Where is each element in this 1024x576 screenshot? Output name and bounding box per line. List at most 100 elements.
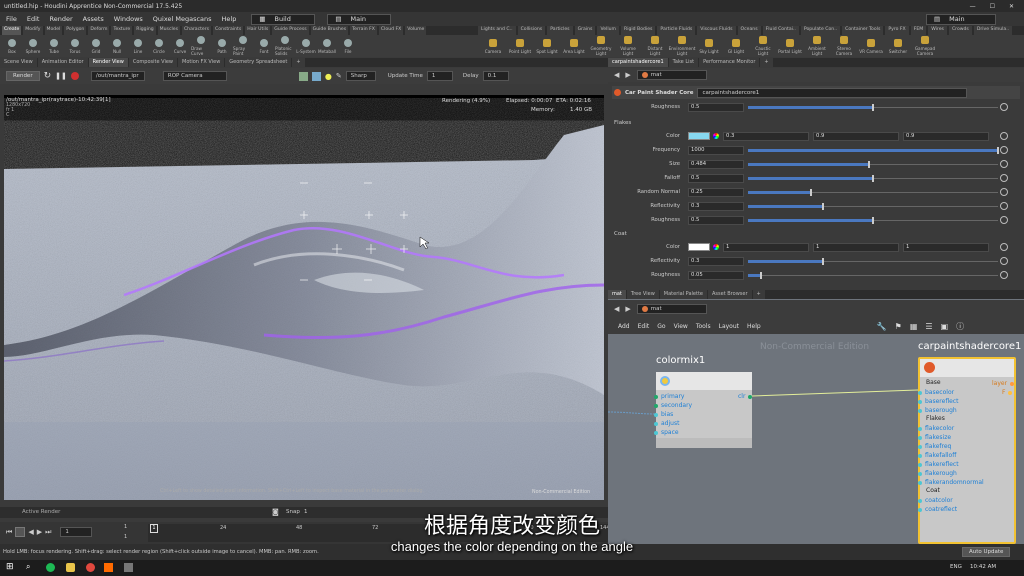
slider-knob[interactable] [997,146,999,154]
tab-animation-editor[interactable]: Animation Editor [37,58,88,67]
color-wheel-icon[interactable] [713,133,719,139]
tab-take-list[interactable]: Take List [668,58,699,67]
param-slider[interactable] [748,271,998,279]
shelf-tool[interactable]: Line [128,35,148,57]
update-time-field[interactable]: 1 [426,71,453,81]
right-shelf-tab[interactable]: Wires [928,26,947,35]
light-tool[interactable]: Environment Light [669,35,695,57]
colormix-output[interactable]: clr [738,392,753,401]
playhead[interactable]: 1 [150,524,158,533]
output-layer[interactable]: layer [992,379,1015,388]
chrome-icon[interactable] [86,563,95,572]
light-tool[interactable]: Ambient Light [804,35,830,57]
output-f[interactable]: F [992,388,1014,397]
right-shelf-tab[interactable]: Drive Simula.. [973,26,1013,35]
color-swatch[interactable] [688,132,710,140]
light-tool[interactable]: Gamepad Camera [912,35,938,57]
tab-composite-view[interactable]: Composite View [128,58,177,67]
search-icon[interactable]: ⌕ [26,562,30,572]
colormix-node[interactable]: primary secondary bias adjust space clr [654,372,753,448]
snap-field[interactable]: 1 [304,509,308,515]
gear-icon[interactable] [1000,202,1008,210]
shelf-tab[interactable]: Create [2,26,22,35]
wrench-icon[interactable]: 🔧 [877,322,887,331]
gear-icon[interactable] [1000,103,1008,111]
add-tab-icon[interactable]: + [292,58,305,67]
shelf-tab[interactable]: Polygon [64,26,87,35]
colormix-input-primary[interactable]: primary [654,392,692,401]
explorer-icon[interactable] [66,563,75,572]
tab-mat[interactable]: mat [608,290,626,299]
refresh-icon[interactable]: ↻ [44,71,52,81]
minimize-icon[interactable]: — [970,3,976,10]
wire-clr-basecolor[interactable] [751,389,919,397]
shelf-tab[interactable]: Terrain FX [350,26,377,35]
right-shelf-tab[interactable]: Grains [574,26,596,35]
gear-icon[interactable] [1000,216,1008,224]
back-icon[interactable]: ◀ [614,71,619,79]
carpaint-input-flakerandomnormal[interactable]: flakerandomnormal [918,478,1014,487]
slider-knob[interactable] [872,174,874,182]
shelf-tool[interactable]: Sphere [23,35,43,57]
pin-icon[interactable]: ✎ [336,72,342,80]
net-menu-go[interactable]: Go [657,323,665,330]
slider-knob[interactable] [872,103,874,111]
start-frame-b[interactable]: 1 [124,534,127,540]
play-icon[interactable]: ▶ [37,528,42,536]
camera-icon[interactable]: ◙ [272,508,279,516]
shelf-tool[interactable]: Null [107,35,127,57]
light-tool[interactable]: Caustic Light [750,35,776,57]
shelf-tool[interactable]: Spray Paint [233,35,253,57]
network-path-field[interactable]: mat [636,304,707,314]
gear-icon[interactable] [1000,271,1008,279]
color-g-field[interactable]: 0.9 [813,131,899,141]
gear-icon[interactable] [1000,174,1008,182]
net-menu-layout[interactable]: Layout [719,323,739,330]
shelf-tab[interactable]: Constraints [213,26,244,35]
language-indicator[interactable]: ENG [950,564,962,570]
param-slider[interactable] [748,257,998,265]
param-value-field[interactable]: 0.5 [688,173,744,183]
color-b-field[interactable]: 1 [903,242,989,252]
right-shelf-tab[interactable]: Pyro FX [885,26,909,35]
shelf-tool[interactable]: File [338,35,358,57]
color-swatch[interactable] [688,243,710,251]
carpaint-input-coatreflect[interactable]: coatreflect [918,505,1014,514]
shelf-tool[interactable]: Torus [65,35,85,57]
slider-knob[interactable] [822,202,824,210]
add-tab-icon[interactable]: + [752,290,765,299]
forward-icon[interactable]: ▶ [625,305,630,313]
carpaint-input-flakesize[interactable]: flakesize [918,433,1014,442]
light-tool[interactable]: Stereo Camera [831,35,857,57]
shelf-tool[interactable]: Platonic Solids [275,35,295,57]
net-menu-help[interactable]: Help [747,323,761,330]
param-slider[interactable] [748,216,998,224]
right-shelf-tab[interactable]: Populate Con.. [800,26,841,35]
right-shelf-tab[interactable]: Vellum [597,26,619,35]
menu-render[interactable]: Render [46,15,75,23]
right-shelf-tab[interactable]: Crowds [948,26,972,35]
right-shelf-tab[interactable]: Collisions [517,26,546,35]
menu-edit[interactable]: Edit [24,15,43,23]
color-wheel-icon[interactable] [713,244,719,250]
net-menu-view[interactable]: View [674,323,688,330]
param-slider[interactable] [748,146,999,154]
tab-tree-view[interactable]: Tree View [626,290,659,299]
light-tool[interactable]: Camera [480,35,506,57]
app-icon[interactable] [124,563,133,572]
gear-icon[interactable] [1000,188,1008,196]
desk-main-select[interactable]: ▤ Main [327,13,392,25]
net-menu-edit[interactable]: Edit [638,323,650,330]
list-icon[interactable]: ☰ [925,322,932,331]
close-icon[interactable]: ✕ [1009,3,1014,10]
colormix-input-bias[interactable]: bias [654,410,692,419]
right-shelf-tab[interactable]: Container Tools [842,26,884,35]
light-tool[interactable]: GI Light [723,35,749,57]
light-tool[interactable]: VR Camera [858,35,884,57]
gear-icon[interactable] [1000,243,1008,251]
right-shelf-tab[interactable]: FEM [910,26,927,35]
menu-quixel[interactable]: Quixel Megascans [150,15,215,23]
carpaint-input-basereflect[interactable]: basereflect [918,397,1014,406]
stop-icon[interactable] [70,72,79,80]
slider-knob[interactable] [868,160,870,168]
